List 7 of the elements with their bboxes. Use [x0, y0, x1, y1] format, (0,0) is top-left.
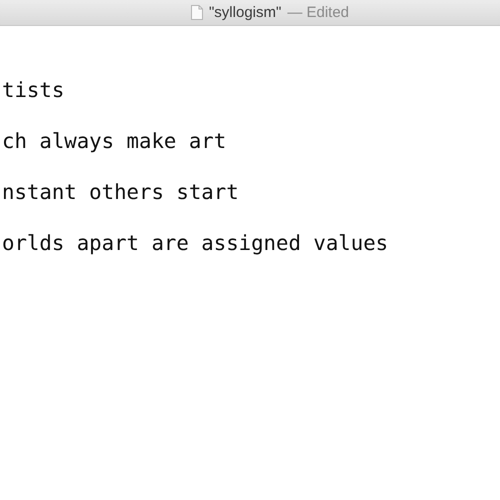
- text-line: orlds apart are assigned values: [2, 231, 390, 256]
- text-line: tists: [2, 78, 66, 103]
- document-icon: [190, 5, 203, 20]
- window-title: "syllogism": [208, 4, 282, 21]
- text-line: nstant others start: [2, 180, 240, 205]
- edited-status: — Edited: [287, 4, 350, 21]
- text-line: ch always make art: [2, 129, 228, 154]
